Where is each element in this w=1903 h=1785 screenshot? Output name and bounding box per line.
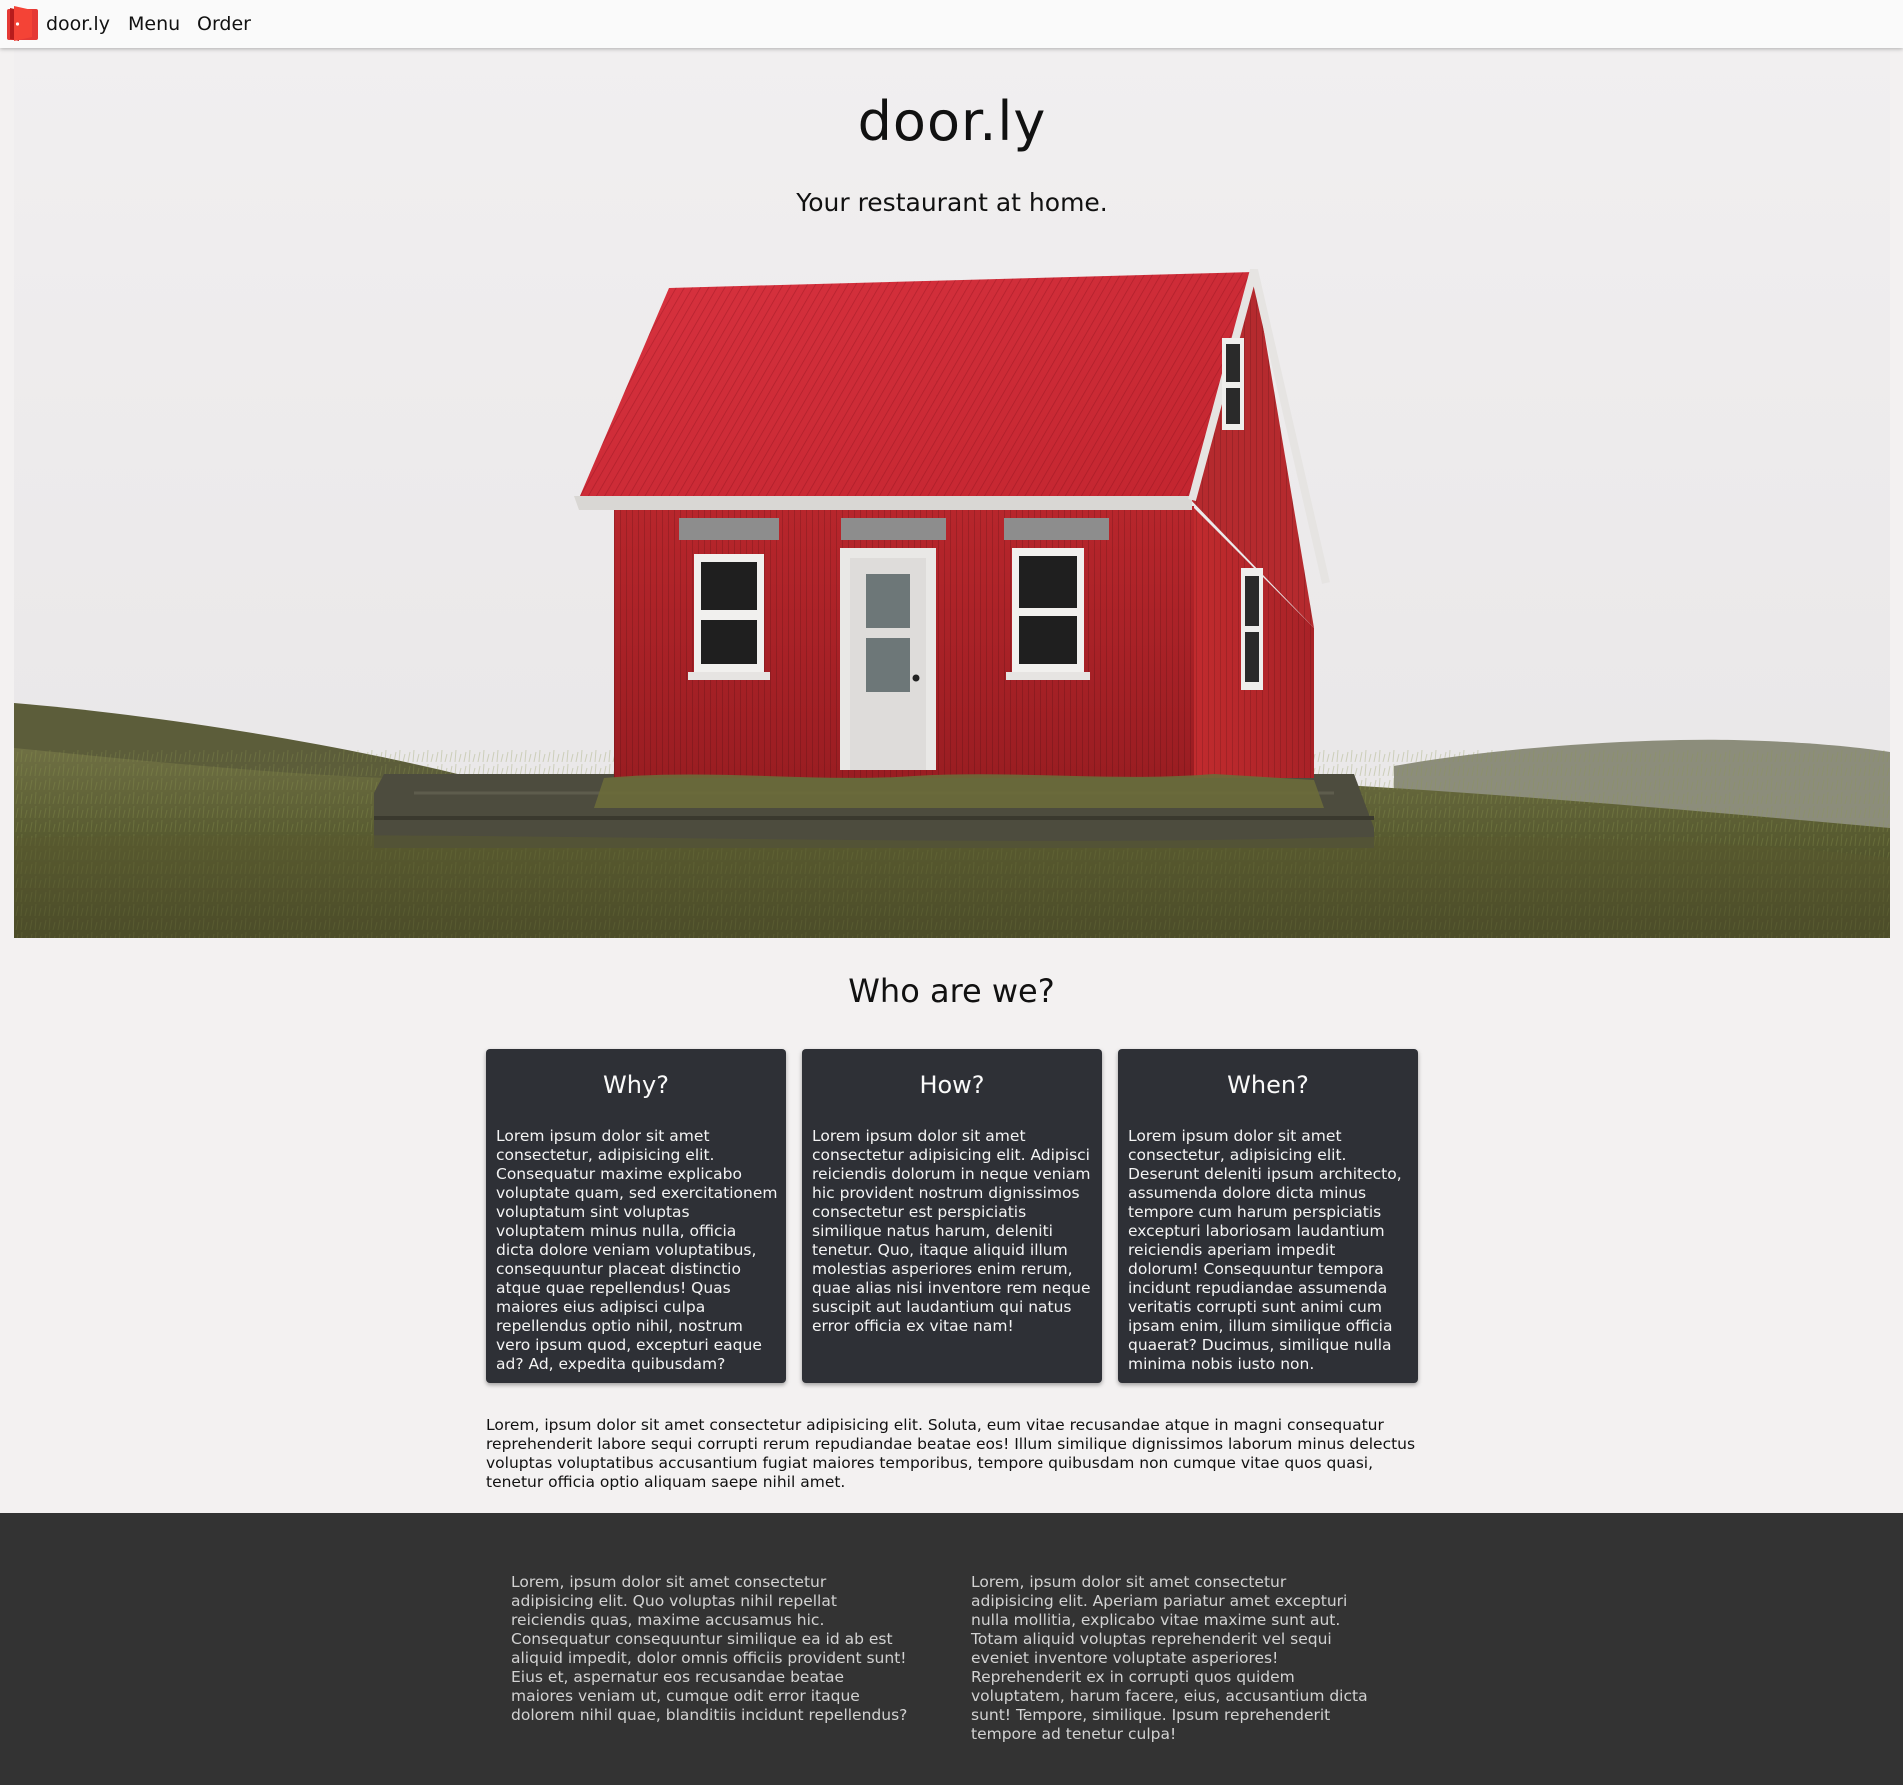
card-why: Why? Lorem ipsum dolor sit amet consecte… xyxy=(486,1049,786,1383)
door-icon[interactable] xyxy=(6,6,39,41)
card-title: How? xyxy=(919,1071,985,1099)
card-how: How? Lorem ipsum dolor sit amet consecte… xyxy=(802,1049,1102,1383)
nav-menu-link[interactable]: Menu xyxy=(128,13,180,35)
cards-row: Why? Lorem ipsum dolor sit amet consecte… xyxy=(486,1049,1418,1383)
hero-image-red-house xyxy=(14,48,1890,938)
nav-brand-link[interactable]: door.ly xyxy=(46,13,110,35)
section-heading-who-are-we: Who are we? xyxy=(848,972,1055,1010)
navbar: door.ly Menu Order xyxy=(0,0,1903,48)
card-body: Lorem ipsum dolor sit amet consectetur a… xyxy=(812,1127,1091,1335)
hero-section: door.ly Your restaurant at home. xyxy=(14,48,1890,938)
card-title: When? xyxy=(1227,1071,1309,1099)
card-body: Lorem ipsum dolor sit amet consectetur, … xyxy=(1128,1127,1402,1373)
footer-column-left: Lorem, ipsum dolor sit amet consectetur … xyxy=(511,1573,908,1724)
about-paragraph: Lorem, ipsum dolor sit amet consectetur … xyxy=(486,1416,1416,1491)
card-title: Why? xyxy=(603,1071,669,1099)
hero-title: door.ly xyxy=(857,90,1047,153)
hero-subtitle: Your restaurant at home. xyxy=(796,188,1108,217)
footer-column-right: Lorem, ipsum dolor sit amet consectetur … xyxy=(971,1573,1368,1743)
card-body: Lorem ipsum dolor sit amet consectetur, … xyxy=(496,1127,778,1373)
footer: Lorem, ipsum dolor sit amet consectetur … xyxy=(0,1513,1903,1785)
nav-order-link[interactable]: Order xyxy=(197,13,251,35)
card-when: When? Lorem ipsum dolor sit amet consect… xyxy=(1118,1049,1418,1383)
